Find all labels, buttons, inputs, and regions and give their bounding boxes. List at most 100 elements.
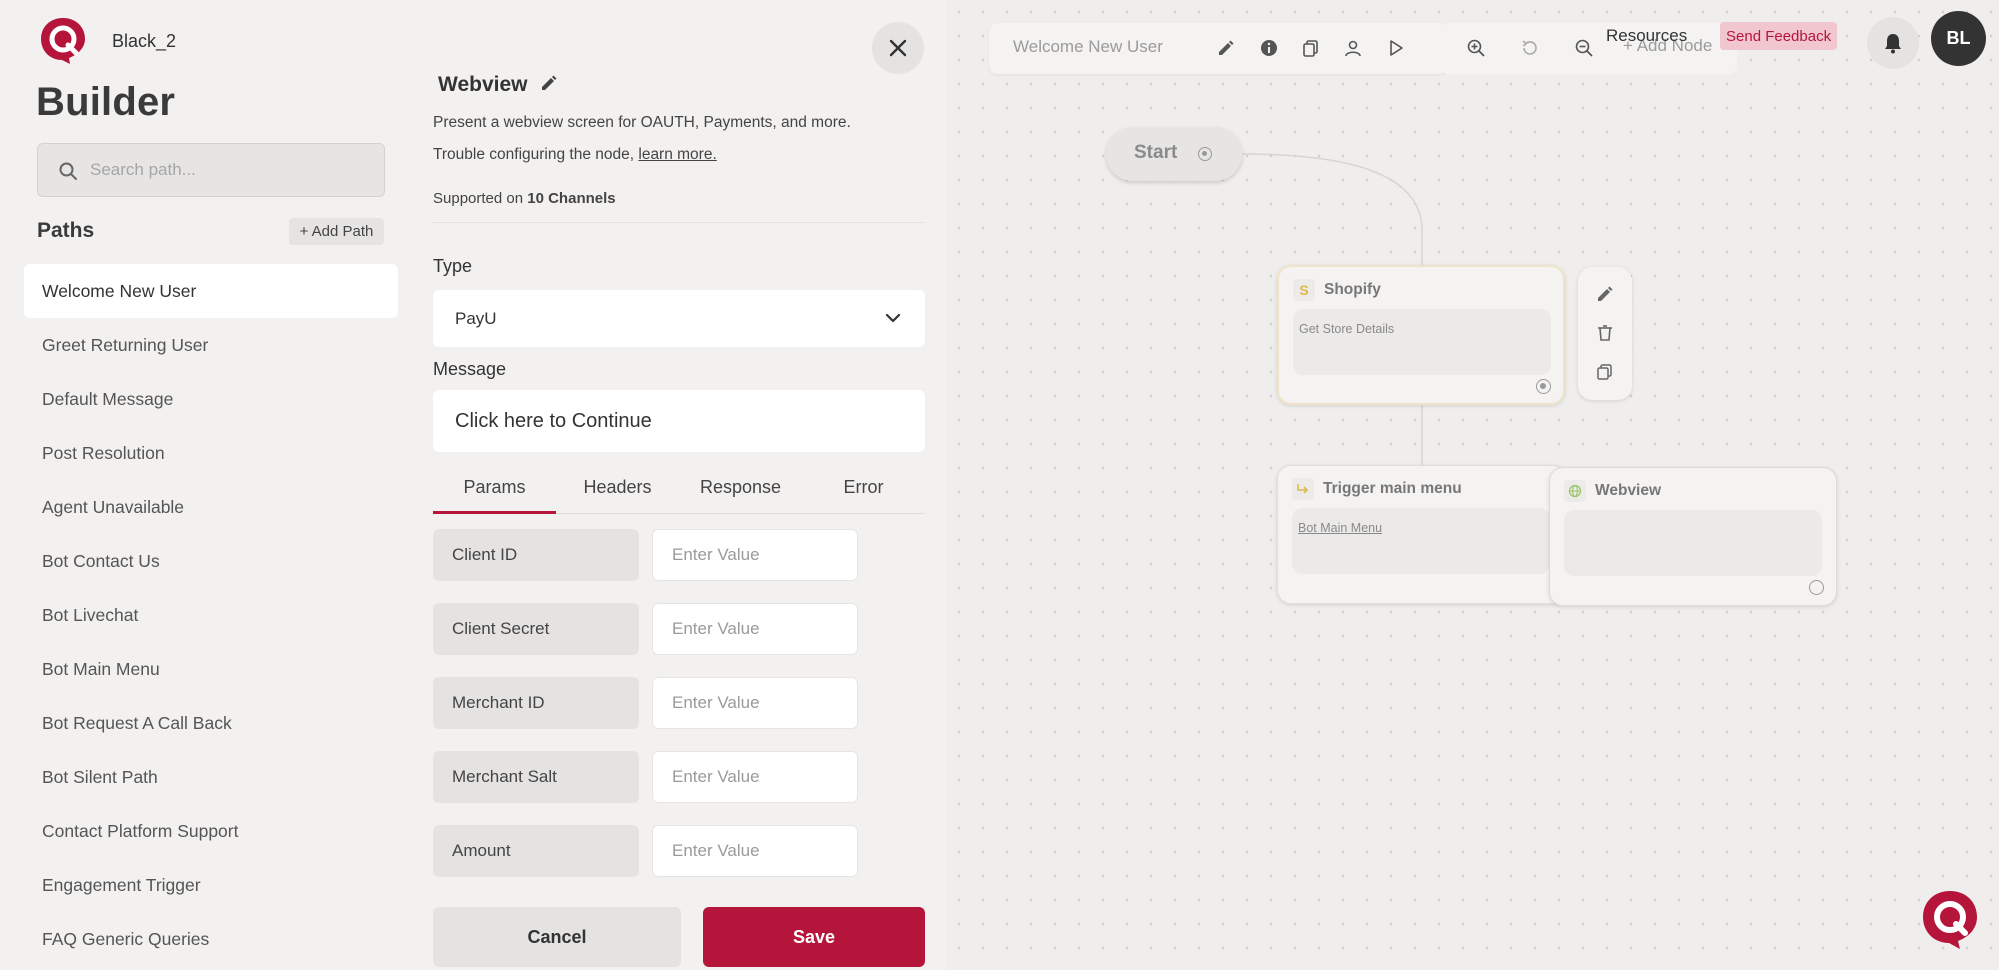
divider xyxy=(433,222,925,223)
resources-link[interactable]: Resources xyxy=(1606,26,1687,46)
node-description: Present a webview screen for OAUTH, Paym… xyxy=(433,114,851,131)
path-list: Welcome New User Greet Returning User De… xyxy=(24,264,398,966)
channel-count: 10 Channels xyxy=(527,190,616,207)
learn-more-link[interactable]: learn more. xyxy=(638,146,716,163)
help-text-prefix: Trouble configuring the node, xyxy=(433,146,639,163)
supported-channels: Supported on 10 Channels xyxy=(433,190,616,207)
path-item[interactable]: Bot Main Menu xyxy=(24,642,398,696)
pencil-icon[interactable] xyxy=(1216,38,1236,58)
type-select-value: PayU xyxy=(455,308,497,328)
help-text: Trouble configuring the node, learn more… xyxy=(433,146,717,164)
pencil-icon[interactable] xyxy=(1596,285,1614,303)
info-icon[interactable] xyxy=(1259,38,1279,58)
config-tabs: Params Headers Response Error xyxy=(433,462,925,514)
zoom-in-icon[interactable] xyxy=(1466,38,1486,58)
param-row: Client ID Enter Value xyxy=(433,529,858,581)
path-item[interactable]: Contact Platform Support xyxy=(24,804,398,858)
param-value-input[interactable]: Enter Value xyxy=(652,603,858,655)
node-title: Trigger main menu xyxy=(1323,480,1462,497)
tab-response[interactable]: Response xyxy=(679,462,802,513)
param-key: Merchant ID xyxy=(433,677,639,729)
path-item[interactable]: Default Message xyxy=(24,372,398,426)
type-label: Type xyxy=(433,256,473,276)
path-item[interactable]: Agent Unavailable xyxy=(24,480,398,534)
trash-icon[interactable] xyxy=(1596,324,1614,342)
node-body xyxy=(1564,510,1822,576)
shopify-icon: S xyxy=(1293,279,1315,301)
path-item[interactable]: Bot Contact Us xyxy=(24,534,398,588)
path-item[interactable]: Greet Returning User xyxy=(24,318,398,372)
node-actions xyxy=(1578,267,1632,400)
chat-fab-icon[interactable] xyxy=(1918,888,1982,952)
param-row: Merchant ID Enter Value xyxy=(433,677,858,729)
path-item[interactable]: FAQ Generic Queries xyxy=(24,912,398,966)
type-select[interactable]: PayU xyxy=(433,290,925,347)
bell-icon xyxy=(1885,34,1901,54)
node-title: Webview xyxy=(1595,482,1662,499)
send-feedback-button[interactable]: Send Feedback xyxy=(1720,22,1838,50)
node-output-handle[interactable] xyxy=(1809,580,1824,595)
notifications-button[interactable] xyxy=(1867,17,1919,69)
param-key: Client Secret xyxy=(433,603,639,655)
breadcrumb[interactable]: Welcome New User xyxy=(1013,37,1163,57)
copy-icon[interactable] xyxy=(1301,38,1321,58)
start-node-handle[interactable] xyxy=(1198,147,1212,161)
canvas-toolbar: Welcome New User xyxy=(989,23,1447,74)
save-button[interactable]: Save xyxy=(703,907,925,967)
arrow-icon xyxy=(1292,478,1314,500)
start-node-label: Start xyxy=(1134,142,1178,163)
param-row: Merchant Salt Enter Value xyxy=(433,751,858,803)
param-row: Client Secret Enter Value xyxy=(433,603,858,655)
search-icon xyxy=(59,162,77,180)
param-key: Merchant Salt xyxy=(433,751,639,803)
param-value-input[interactable]: Enter Value xyxy=(652,825,858,877)
chevron-down-icon xyxy=(885,313,901,323)
shopify-node[interactable]: S Shopify Get Store Details xyxy=(1277,265,1565,405)
node-output-handle[interactable] xyxy=(1536,379,1551,394)
node-title: Shopify xyxy=(1324,281,1381,298)
reset-icon[interactable] xyxy=(1520,38,1540,58)
close-panel-button[interactable] xyxy=(872,22,924,74)
param-value-input[interactable]: Enter Value xyxy=(652,677,858,729)
message-input[interactable]: Click here to Continue xyxy=(433,390,925,452)
search-input[interactable] xyxy=(88,154,368,186)
sidebar: Black_2 Builder Paths + Add Path Welcome… xyxy=(0,0,410,970)
path-item[interactable]: Engagement Trigger xyxy=(24,858,398,912)
trigger-node[interactable]: Trigger main menu Bot Main Menu xyxy=(1277,465,1567,604)
start-node[interactable]: Start xyxy=(1106,127,1242,181)
tab-params[interactable]: Params xyxy=(433,462,556,514)
globe-icon xyxy=(1564,480,1586,502)
param-key: Amount xyxy=(433,825,639,877)
path-item[interactable]: Bot Livechat xyxy=(24,588,398,642)
search-box[interactable] xyxy=(37,143,385,197)
logo-icon[interactable] xyxy=(38,16,88,66)
path-item[interactable]: Bot Silent Path xyxy=(24,750,398,804)
cancel-button[interactable]: Cancel xyxy=(433,907,681,967)
pencil-icon[interactable] xyxy=(540,74,558,92)
user-icon[interactable] xyxy=(1343,38,1363,58)
param-value-input[interactable]: Enter Value xyxy=(652,529,858,581)
node-title: Webview xyxy=(438,73,528,96)
supported-prefix: Supported on xyxy=(433,190,528,207)
path-item[interactable]: Welcome New User xyxy=(24,264,398,318)
path-item[interactable]: Post Resolution xyxy=(24,426,398,480)
webview-node[interactable]: Webview xyxy=(1549,467,1837,606)
paths-heading: Paths xyxy=(37,219,95,242)
zoom-out-icon[interactable] xyxy=(1574,38,1594,58)
close-icon xyxy=(889,39,907,57)
play-icon[interactable] xyxy=(1386,38,1406,58)
avatar[interactable]: BL xyxy=(1931,11,1986,66)
message-label: Message xyxy=(433,359,507,379)
path-item[interactable]: Bot Request A Call Back xyxy=(24,696,398,750)
param-value-input[interactable]: Enter Value xyxy=(652,751,858,803)
copy-icon[interactable] xyxy=(1596,363,1614,381)
param-key: Client ID xyxy=(433,529,639,581)
node-body[interactable]: Bot Main Menu xyxy=(1292,508,1550,574)
param-row: Amount Enter Value xyxy=(433,825,858,877)
page-title: Builder xyxy=(36,80,176,124)
workspace-name[interactable]: Black_2 xyxy=(112,31,176,52)
tab-headers[interactable]: Headers xyxy=(556,462,679,513)
add-path-button[interactable]: + Add Path xyxy=(289,218,384,245)
node-body: Get Store Details xyxy=(1293,309,1551,375)
tab-error[interactable]: Error xyxy=(802,462,925,513)
